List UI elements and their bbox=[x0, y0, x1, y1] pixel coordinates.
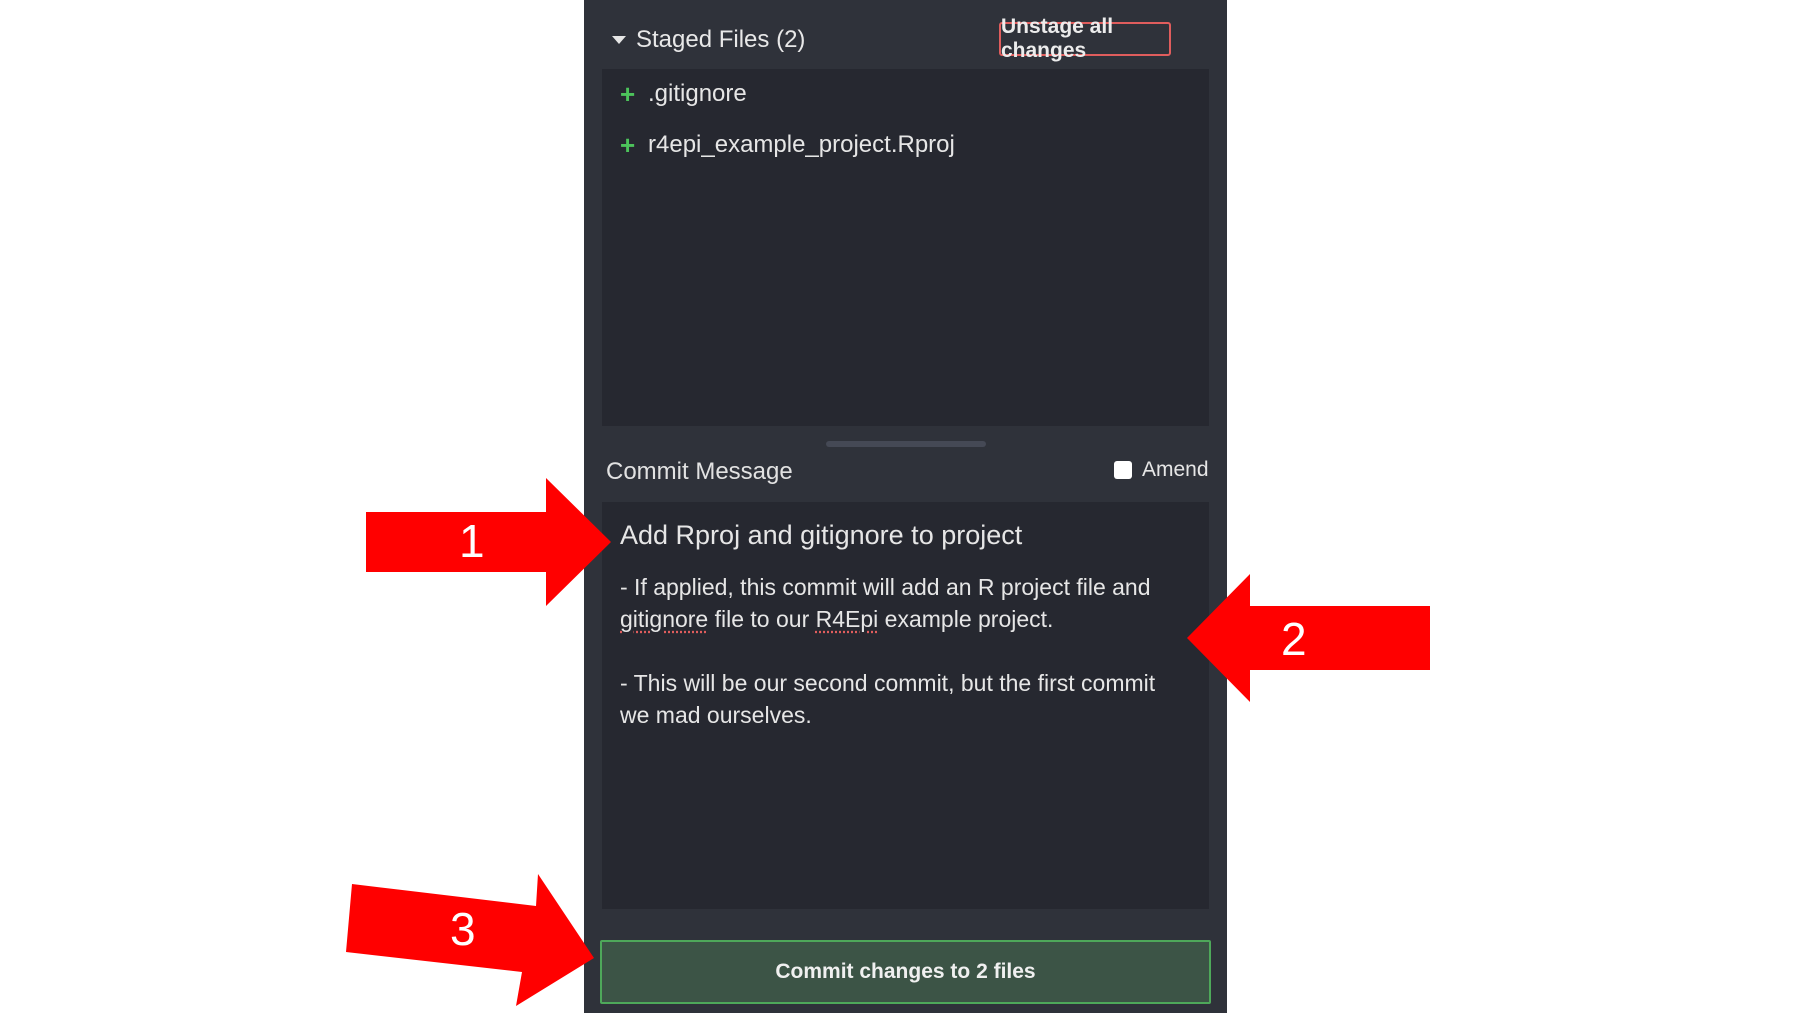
checkbox-icon[interactable] bbox=[1114, 461, 1132, 479]
commit-body-line: we mad ourselves. bbox=[620, 702, 812, 728]
staged-file-list: + .gitignore + r4epi_example_project.Rpr… bbox=[602, 69, 1209, 426]
annotation-label-1: 1 bbox=[459, 515, 485, 567]
commit-button[interactable]: Commit changes to 2 files bbox=[600, 940, 1211, 1004]
plus-icon: + bbox=[620, 78, 636, 109]
annotation-arrow-1-icon bbox=[366, 478, 611, 606]
unstage-all-button[interactable]: Unstage all changes bbox=[999, 15, 1171, 62]
resize-handle[interactable] bbox=[826, 441, 986, 447]
amend-checkbox[interactable]: Amend bbox=[1114, 458, 1209, 482]
caret-down-icon[interactable] bbox=[612, 36, 626, 44]
plus-icon: + bbox=[620, 129, 636, 160]
staged-file-item[interactable]: + .gitignore bbox=[620, 77, 747, 111]
commit-subject: Add Rproj and gitignore to project bbox=[620, 520, 1023, 550]
commit-message-label: Commit Message bbox=[606, 458, 793, 485]
body-text: file to our bbox=[708, 606, 816, 632]
misspelled-word: R4Epi bbox=[815, 606, 879, 632]
commit-body-line: - This will be our second commit, but th… bbox=[620, 670, 1156, 696]
file-name: .gitignore bbox=[648, 80, 747, 107]
staged-file-item[interactable]: + r4epi_example_project.Rproj bbox=[620, 128, 955, 162]
misspelled-word: gitignore bbox=[620, 606, 709, 632]
annotation-label-2: 2 bbox=[1281, 613, 1307, 665]
staged-files-title: Staged Files (2) bbox=[636, 26, 806, 53]
amend-label: Amend bbox=[1142, 458, 1209, 481]
commit-body-line: - If applied, this commit will add an R … bbox=[620, 574, 1151, 600]
annotation-arrow-2-icon bbox=[1187, 574, 1430, 702]
git-commit-panel: Staged Files (2) Unstage all changes + .… bbox=[584, 0, 1227, 1013]
file-name: r4epi_example_project.Rproj bbox=[648, 131, 955, 158]
commit-body-line: gitignore file to our R4Epi example proj… bbox=[620, 603, 1191, 635]
body-text: example project. bbox=[878, 606, 1054, 632]
annotation-label-3: 3 bbox=[450, 903, 476, 955]
commit-message-input[interactable]: Add Rproj and gitignore to project - If … bbox=[602, 502, 1209, 909]
